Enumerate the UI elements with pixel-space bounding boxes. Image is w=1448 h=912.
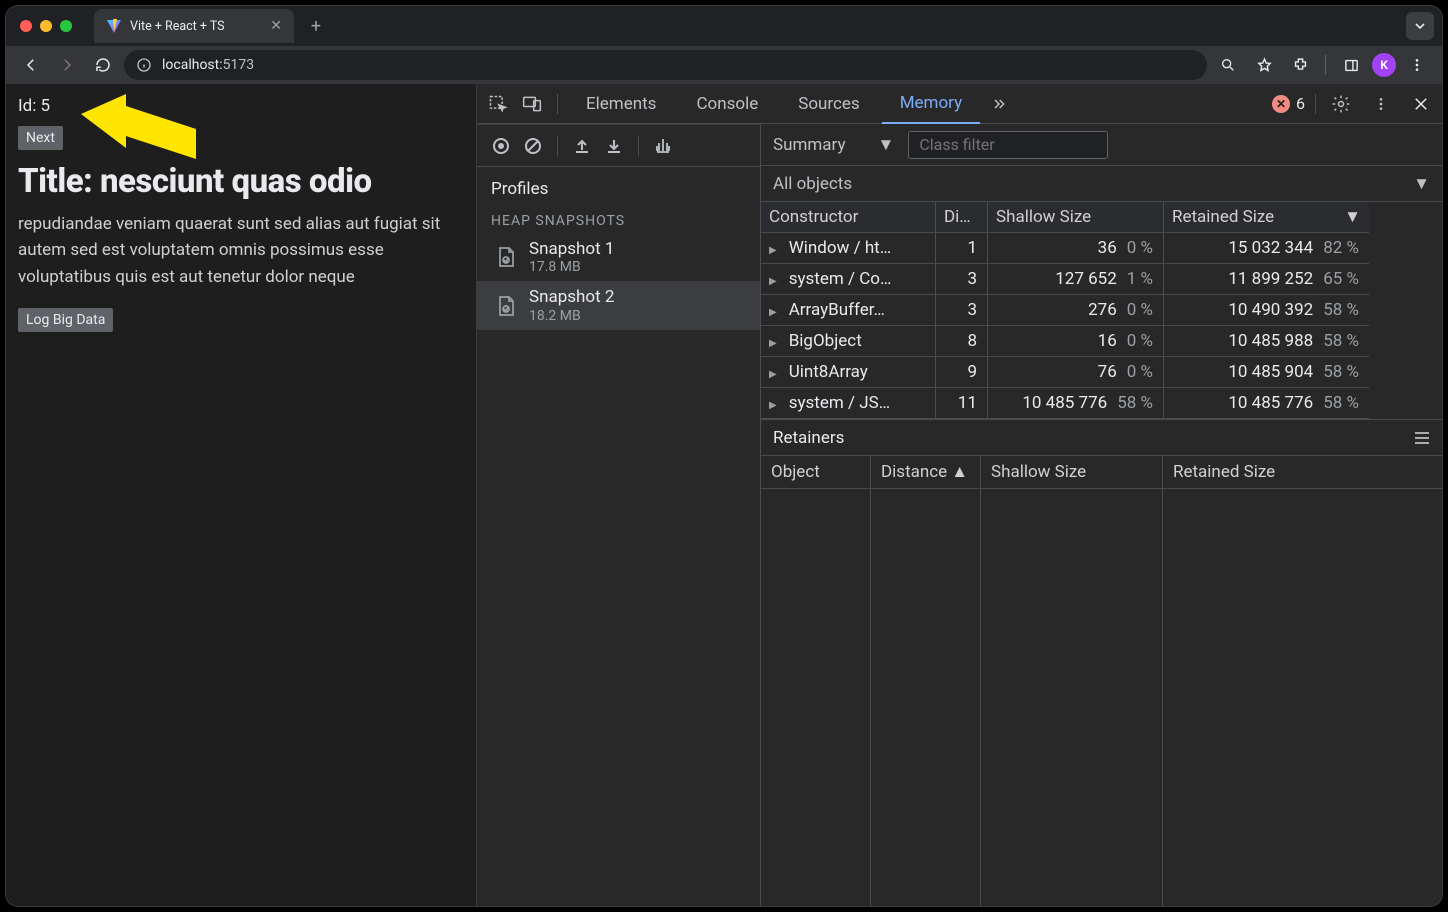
table-row[interactable]: system / JS… (761, 388, 936, 419)
class-filter-input[interactable] (908, 131, 1108, 159)
error-count: 6 (1296, 94, 1305, 113)
col-shallow[interactable]: Shallow Size (981, 456, 1163, 488)
extensions-icon[interactable] (1285, 50, 1315, 80)
maximize-window-button[interactable] (60, 20, 72, 32)
close-window-button[interactable] (20, 20, 32, 32)
page-viewport: Id: 5 Next Title: nesciunt quas odio rep… (6, 84, 477, 906)
table-row[interactable]: Uint8Array (761, 357, 936, 388)
col-constructor[interactable]: Constructor (761, 202, 936, 233)
devtools-menu-icon[interactable] (1366, 89, 1396, 119)
memory-toolbar (477, 125, 760, 167)
snapshot-size: 17.8 MB (529, 259, 614, 275)
settings-icon[interactable] (1326, 89, 1356, 119)
snapshot-item[interactable]: Snapshot 2 18.2 MB (477, 281, 760, 329)
tab-elements[interactable]: Elements (568, 84, 674, 124)
retainers-body (761, 489, 1442, 906)
snapshot-item[interactable]: Snapshot 1 17.8 MB (477, 233, 760, 281)
col-retained[interactable]: Retained Size▼ (1164, 202, 1369, 233)
profile-avatar[interactable]: K (1372, 53, 1396, 77)
col-retained[interactable]: Retained Size (1163, 456, 1369, 488)
retainers-menu-icon[interactable] (1414, 431, 1430, 445)
address-bar[interactable]: localhost:5173 (124, 50, 1207, 80)
scope-dropdown[interactable]: All objects (773, 174, 852, 194)
site-info-icon[interactable] (136, 57, 152, 73)
forward-button[interactable] (52, 50, 82, 80)
retainers-columns: Object Distance▲ Shallow Size Retained S… (761, 456, 1442, 489)
page-body-text: repudiandae veniam quaerat sunt sed alia… (18, 211, 458, 290)
tab-sources[interactable]: Sources (780, 84, 877, 124)
new-tab-button[interactable]: + (302, 12, 330, 40)
bookmark-icon[interactable] (1249, 50, 1279, 80)
side-panel-icon[interactable] (1336, 50, 1366, 80)
id-text: Id: 5 (18, 96, 464, 116)
tab-title: Vite + React + TS (130, 19, 225, 34)
back-button[interactable] (16, 50, 46, 80)
snapshot-icon (495, 294, 517, 318)
chevron-down-icon: ▼ (877, 135, 894, 155)
chevron-down-icon[interactable]: ▼ (1413, 174, 1430, 194)
profiles-label: Profiles (477, 179, 760, 209)
snapshot-size: 18.2 MB (529, 308, 614, 324)
zoom-icon[interactable] (1213, 50, 1243, 80)
heap-table: Constructor Di… Shallow Size Retained Si… (761, 202, 1442, 419)
separator (1325, 55, 1326, 75)
heap-snapshots-label: HEAP SNAPSHOTS (477, 209, 760, 233)
retainers-header: Retainers (761, 420, 1442, 456)
browser-tab-strip: Vite + React + TS ✕ + (6, 6, 1442, 46)
window-controls (14, 20, 80, 32)
tab-console[interactable]: Console (678, 84, 776, 124)
more-tabs-icon[interactable] (984, 89, 1014, 119)
download-icon[interactable] (600, 132, 628, 160)
tab-overflow-button[interactable] (1406, 12, 1434, 40)
url-text: localhost:5173 (162, 57, 254, 73)
col-shallow[interactable]: Shallow Size (988, 202, 1164, 233)
browser-toolbar: localhost:5173 K (6, 46, 1442, 84)
table-row[interactable]: BigObject (761, 326, 936, 357)
device-toggle-icon[interactable] (517, 89, 547, 119)
upload-icon[interactable] (568, 132, 596, 160)
next-button[interactable]: Next (18, 126, 63, 150)
error-icon: ✕ (1272, 95, 1290, 113)
browser-menu-icon[interactable] (1402, 50, 1432, 80)
col-object[interactable]: Object (761, 456, 871, 488)
clear-icon[interactable] (519, 132, 547, 160)
sort-desc-icon: ▼ (1344, 207, 1361, 227)
col-distance[interactable]: Distance▲ (871, 456, 981, 488)
snapshot-name: Snapshot 2 (529, 287, 614, 307)
page-title: Title: nesciunt quas odio (18, 162, 464, 201)
minimize-window-button[interactable] (40, 20, 52, 32)
sort-asc-icon: ▲ (951, 462, 968, 482)
devtools-tabbar: Elements Console Sources Memory ✕ 6 (477, 84, 1442, 124)
close-tab-icon[interactable]: ✕ (270, 18, 282, 34)
reload-button[interactable] (88, 50, 118, 80)
memory-main: Summary ▼ All objects ▼ Constructor Di… … (761, 124, 1442, 906)
inspect-element-icon[interactable] (483, 89, 513, 119)
vite-favicon-icon (106, 18, 122, 34)
log-big-data-button[interactable]: Log Big Data (18, 308, 113, 332)
table-row[interactable]: ArrayBuffer… (761, 295, 936, 326)
col-distance[interactable]: Di… (936, 202, 988, 233)
devtools-panel: Elements Console Sources Memory ✕ 6 (477, 84, 1442, 906)
error-count-badge[interactable]: ✕ 6 (1272, 94, 1305, 113)
memory-sidebar: Profiles HEAP SNAPSHOTS Snapshot 1 17.8 … (477, 124, 761, 906)
tab-memory[interactable]: Memory (882, 84, 980, 124)
close-devtools-icon[interactable] (1406, 89, 1436, 119)
record-icon[interactable] (487, 132, 515, 160)
table-row[interactable]: system / Co… (761, 264, 936, 295)
garbage-collect-icon[interactable] (649, 132, 677, 160)
browser-tab[interactable]: Vite + React + TS ✕ (94, 9, 294, 43)
table-row[interactable]: Window / ht… (761, 233, 936, 264)
view-dropdown[interactable]: Summary ▼ (773, 135, 894, 155)
snapshot-icon (495, 245, 517, 269)
snapshot-name: Snapshot 1 (529, 239, 614, 259)
